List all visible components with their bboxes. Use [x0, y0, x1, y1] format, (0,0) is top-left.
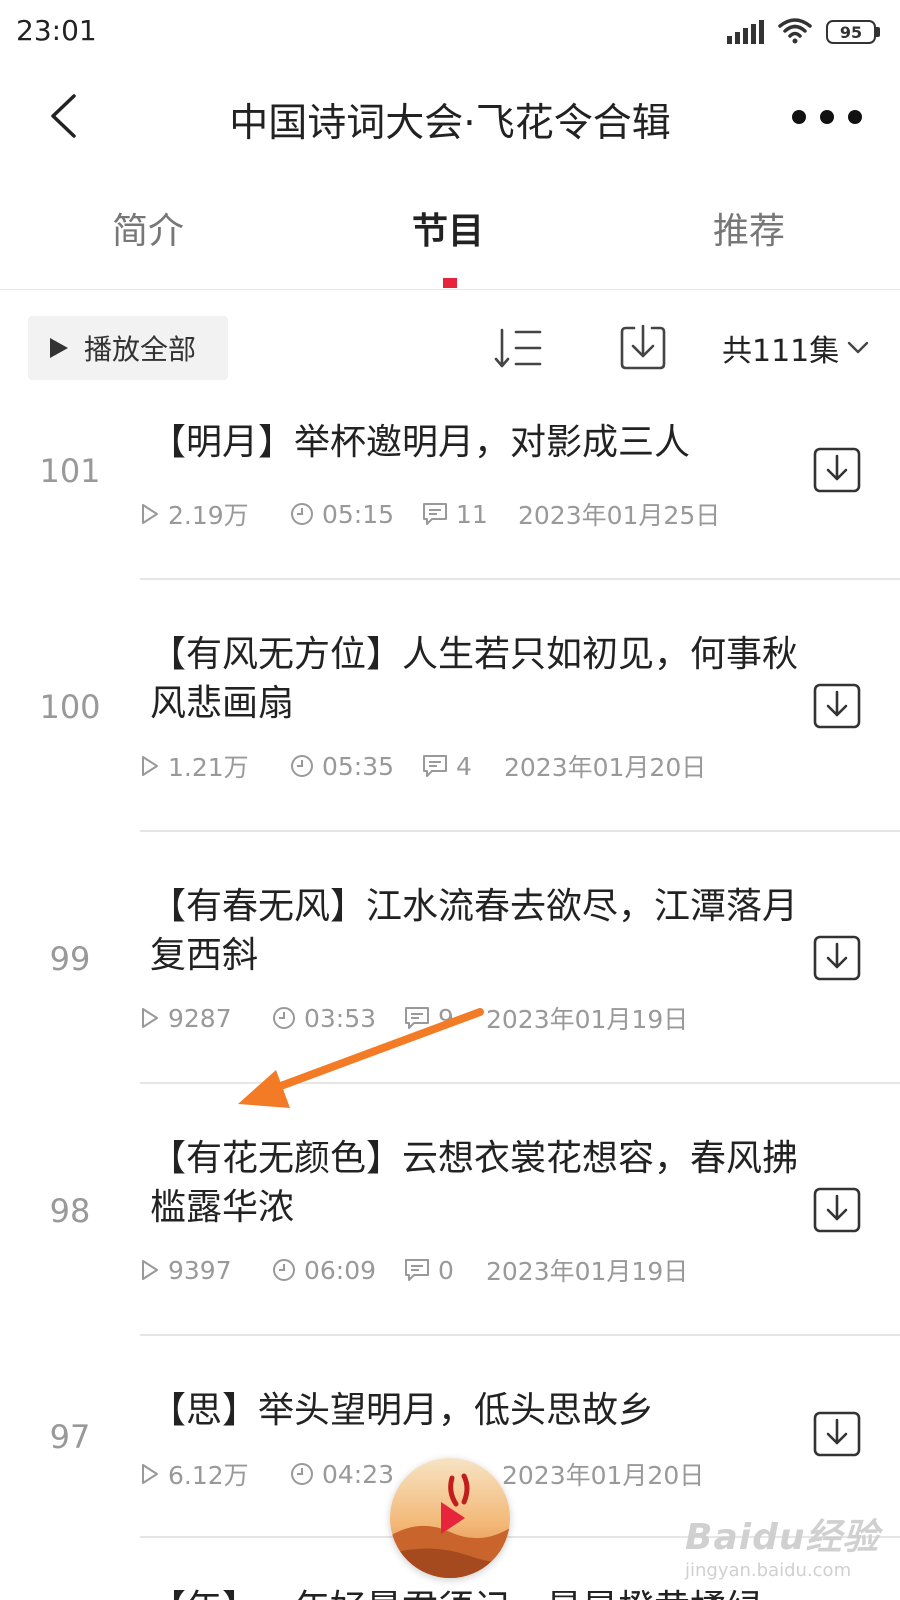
publish-date: 2023年01月19日: [486, 1257, 689, 1286]
episode-title: 【明月】举杯邀明月，对影成三人: [150, 422, 691, 463]
watermark-url: jingyan.baidu.com: [685, 1560, 852, 1581]
play-count: 6.12万: [168, 1461, 249, 1490]
album-cover: [390, 1458, 510, 1578]
play-count-icon: [142, 1464, 158, 1484]
publish-date: 2023年01月20日: [502, 1461, 705, 1490]
download-all-icon[interactable]: [618, 322, 668, 374]
publish-date: 2023年01月25日: [518, 501, 721, 530]
clock-icon: [291, 503, 313, 525]
comment-icon: [405, 1259, 429, 1281]
episode-title: 【有春无风】江水流春去欲尽，江潭落月复西斜: [150, 886, 799, 976]
play-count-icon: [142, 1260, 158, 1280]
comment-count: 0: [438, 1255, 454, 1285]
more-icon[interactable]: [792, 92, 862, 142]
sort-icon[interactable]: [494, 322, 546, 374]
duration: 06:09: [304, 1255, 377, 1285]
comment-icon: [423, 755, 447, 777]
tab-recommend[interactable]: 推荐: [713, 202, 785, 254]
wifi-icon: [778, 16, 812, 48]
divider: [140, 578, 900, 580]
tab-intro[interactable]: 简介: [112, 202, 184, 254]
mini-player-button[interactable]: [390, 1458, 510, 1578]
play-count-icon: [142, 1008, 158, 1028]
play-count-icon: [142, 504, 158, 524]
list-toolbar: 播放全部 共111集: [0, 312, 900, 388]
play-count-icon: [142, 756, 158, 776]
tab-bar: 简介 节目 推荐: [0, 190, 900, 290]
episode-number: 99: [49, 940, 91, 978]
clock-icon: [291, 1463, 313, 1485]
back-icon[interactable]: [38, 86, 88, 146]
divider: [140, 1334, 900, 1336]
episode-number: 97: [49, 1418, 91, 1456]
tab-episodes[interactable]: 节目: [412, 202, 484, 254]
episode-number: 98: [49, 1192, 91, 1230]
nav-bar: 中国诗词大会·飞花令合辑: [0, 70, 900, 162]
download-icon[interactable]: [812, 682, 862, 730]
download-icon[interactable]: [812, 446, 862, 494]
download-icon[interactable]: [812, 1410, 862, 1458]
episode-title: 【思】举头望明月，低头思故乡: [150, 1390, 655, 1431]
episode-row[interactable]: 【年】一年好景君须记，最是橙黄橘绿: [0, 1584, 900, 1600]
episode-meta: 9397 06:09 0 2023年01月19日: [140, 1252, 688, 1288]
episode-title: 【有风无方位】人生若只如初见，何事秋风悲画扇: [150, 634, 799, 724]
publish-date: 2023年01月20日: [504, 753, 707, 782]
episode-count-label: 共111集: [722, 334, 840, 369]
active-tab-indicator: [443, 278, 457, 288]
play-count: 1.21万: [168, 753, 249, 782]
episode-number: 101: [39, 452, 101, 490]
clock-icon: [273, 1259, 295, 1281]
episode-row[interactable]: 101 【明月】举杯邀明月，对影成三人 2.19万 05:15 11 2023年…: [0, 418, 900, 578]
publish-date: 2023年01月19日: [486, 1005, 689, 1034]
episode-meta: 1.21万 05:35 4 2023年01月20日: [140, 748, 706, 784]
duration: 05:15: [322, 499, 395, 529]
play-icon: [50, 338, 68, 358]
episode-number: 100: [39, 688, 101, 726]
status-icons: 95: [727, 16, 880, 48]
duration: 04:23: [322, 1459, 395, 1489]
page-title: 中国诗词大会·飞花令合辑: [229, 101, 671, 146]
battery-icon: 95: [826, 20, 880, 44]
play-count: 9287: [168, 1003, 232, 1033]
episode-title: 【年】一年好景君须记，最是橙黄橘绿: [150, 1584, 810, 1600]
download-icon[interactable]: [812, 1186, 862, 1234]
comment-icon: [423, 503, 447, 525]
play-count: 2.19万: [168, 501, 249, 530]
episode-meta: 2.19万 05:15 11 2023年01月25日: [140, 496, 720, 532]
comment-count: 11: [456, 499, 488, 529]
annotation-arrow-icon: [238, 1008, 484, 1108]
episode-count-selector[interactable]: 共111集: [722, 326, 869, 370]
download-icon[interactable]: [812, 934, 862, 982]
divider: [140, 830, 900, 832]
duration: 05:35: [322, 751, 395, 781]
comment-count: 4: [456, 751, 472, 781]
episode-row[interactable]: 98 【有花无颜色】云想衣裳花想容，春风拂槛露华浓 9397 06:09 0 2…: [0, 1134, 900, 1334]
episode-row[interactable]: 100 【有风无方位】人生若只如初见，何事秋风悲画扇 1.21万 05:35 4…: [0, 630, 900, 830]
play-all-button[interactable]: 播放全部: [28, 316, 228, 380]
clock-icon: [291, 755, 313, 777]
chevron-down-icon: [848, 341, 869, 354]
battery-level: 95: [839, 22, 863, 42]
watermark-logo: Baidu经验: [685, 1517, 880, 1558]
episode-title: 【有花无颜色】云想衣裳花想容，春风拂槛露华浓: [150, 1138, 799, 1228]
signal-icon: [727, 20, 764, 44]
play-all-label: 播放全部: [84, 333, 197, 366]
status-bar: 23:01 95: [0, 0, 900, 62]
baidu-watermark: Baidu经验 jingyan.baidu.com: [685, 1508, 879, 1581]
play-count: 9397: [168, 1255, 232, 1285]
status-time: 23:01: [16, 14, 97, 47]
